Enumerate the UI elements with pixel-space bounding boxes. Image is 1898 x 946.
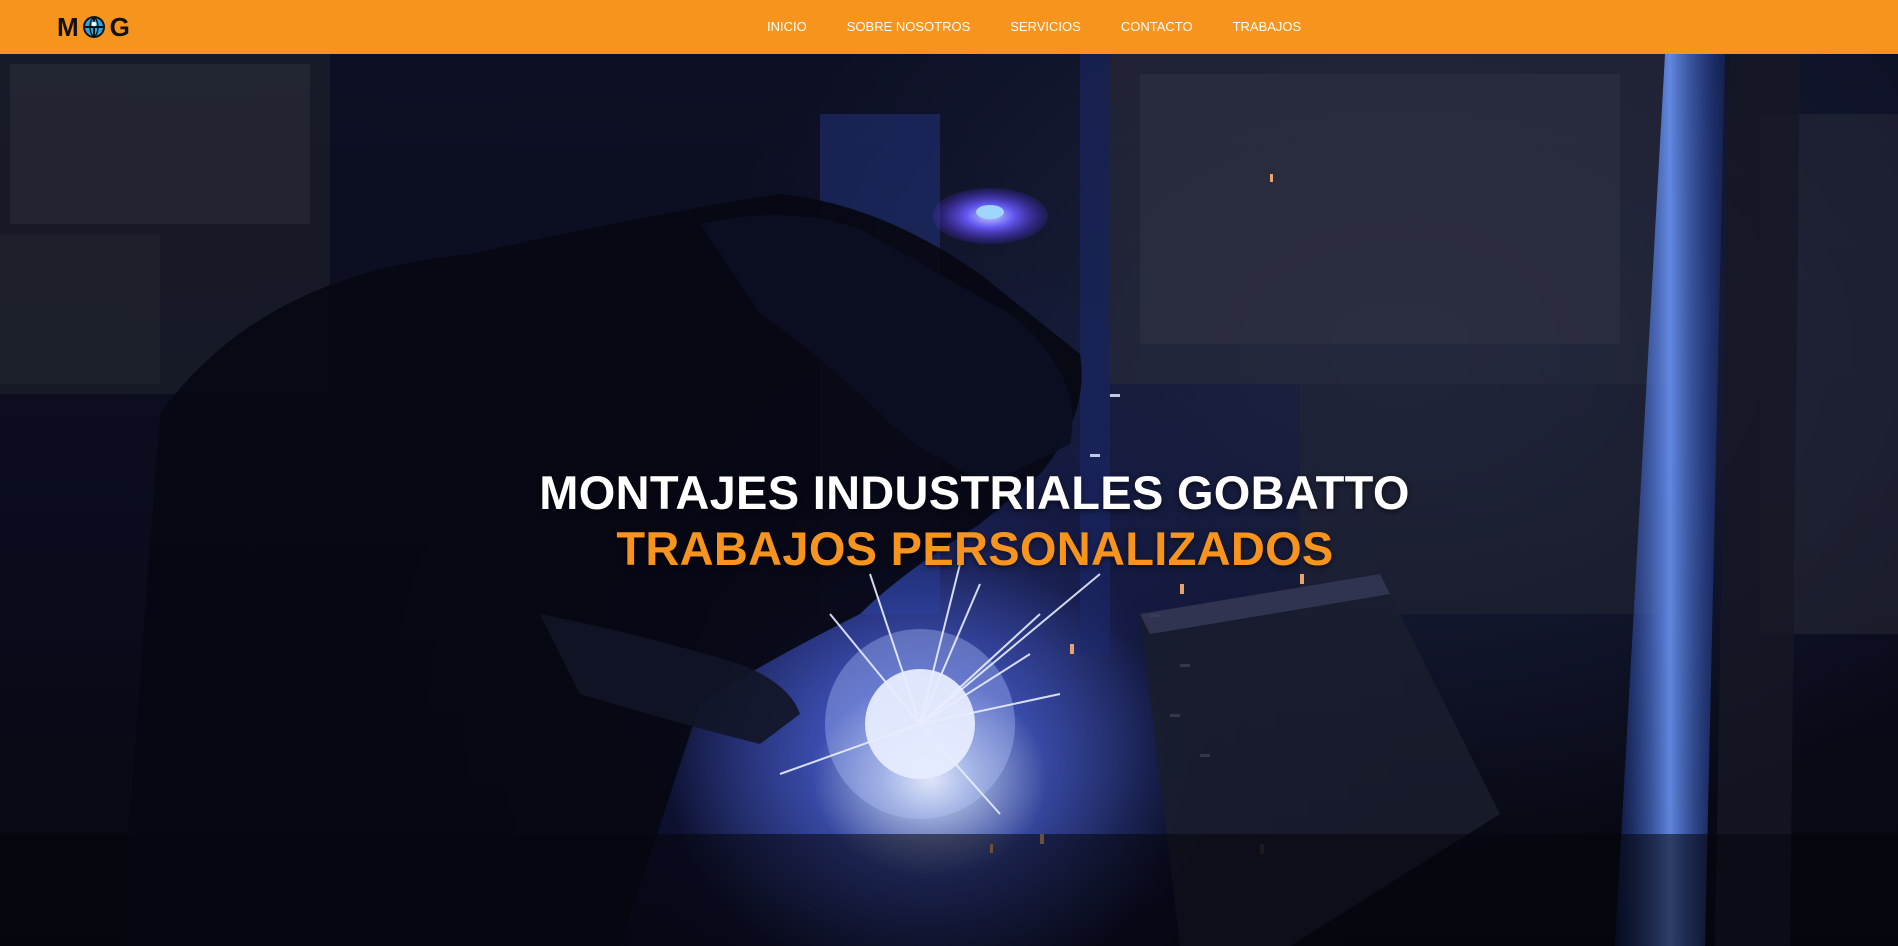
nav-item-contacto[interactable]: CONTACTO: [1121, 19, 1193, 34]
hero-title: MONTAJES INDUSTRIALES GOBATTO: [539, 466, 1410, 520]
hero-section: MONTAJES INDUSTRIALES GOBATTO TRABAJOS P…: [0, 54, 1898, 946]
top-navbar: M G INICIO SOBRE NOSOTROS SERVICIOS CONT…: [0, 0, 1898, 54]
nav-item-sobre-nosotros[interactable]: SOBRE NOSOTROS: [847, 19, 971, 34]
logo-letter-m: M: [57, 12, 79, 42]
logo-letter-g: G: [109, 12, 130, 42]
nav-item-servicios[interactable]: SERVICIOS: [1010, 19, 1081, 34]
nav-item-trabajos[interactable]: TRABAJOS: [1233, 19, 1302, 34]
hero-subtitle: TRABAJOS PERSONALIZADOS: [616, 522, 1334, 576]
nav-item-inicio[interactable]: INICIO: [767, 19, 807, 34]
site-logo[interactable]: M G: [57, 12, 130, 42]
hero-heading: MONTAJES INDUSTRIALES GOBATTO TRABAJOS P…: [0, 465, 1898, 577]
main-nav-menu: INICIO SOBRE NOSOTROS SERVICIOS CONTACTO…: [752, 0, 1321, 52]
page: M G INICIO SOBRE NOSOTROS SERVICIOS CONT…: [0, 0, 1898, 946]
globe-icon: [82, 16, 105, 38]
